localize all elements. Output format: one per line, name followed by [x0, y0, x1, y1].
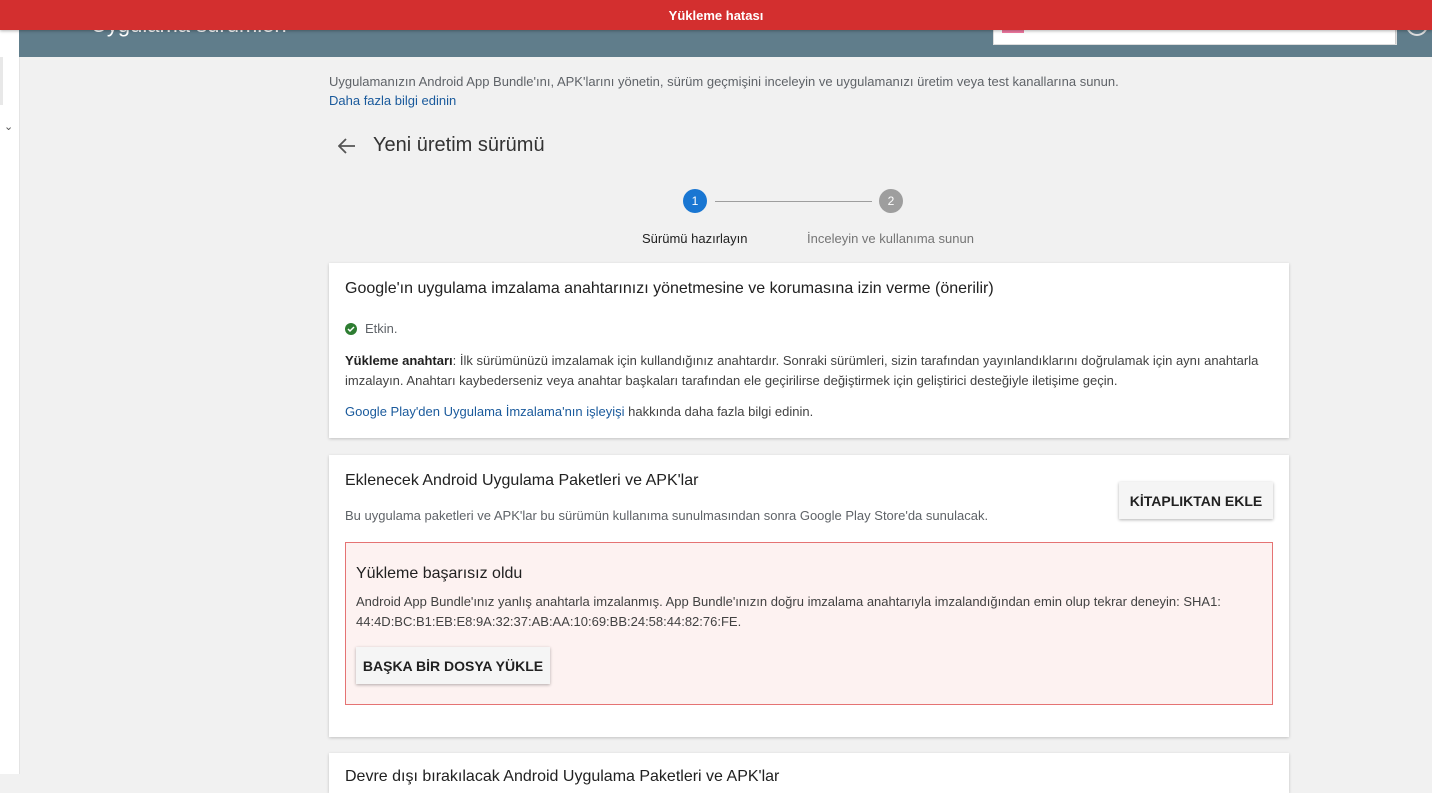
check-circle-icon — [345, 322, 357, 335]
back-arrow-icon[interactable] — [336, 135, 358, 157]
step-2-indicator[interactable]: 2 — [879, 189, 903, 213]
removed-card-title: Devre dışı bırakılacak Android Uygulama … — [345, 768, 780, 785]
signing-status: Etkin. — [345, 321, 398, 336]
upload-another-file-button[interactable]: BAŞKA BİR DOSYA YÜKLE — [356, 647, 550, 684]
bundles-card-description: Bu uygulama paketleri ve APK'lar bu sürü… — [345, 508, 989, 523]
intro-description: Uygulamanızın Android App Bundle'ını, AP… — [329, 74, 1119, 89]
upload-error-banner: Yükleme hatası — [0, 0, 1432, 30]
step-1-indicator[interactable]: 1 — [683, 189, 707, 213]
add-from-library-button[interactable]: KİTAPLIKTAN EKLE — [1119, 482, 1273, 519]
app-signing-link[interactable]: Google Play'den Uygulama İmzalama'nın iş… — [345, 404, 625, 419]
signing-status-text: Etkin. — [365, 321, 398, 336]
nav-selected-indicator — [0, 57, 3, 105]
page-header: Yeni üretim sürümü — [336, 134, 545, 157]
left-nav-rail: ⌄ — [0, 0, 20, 774]
upload-error-message: Android App Bundle'ınız yanlış anahtarla… — [356, 594, 1221, 629]
bundles-card-title: Eklenecek Android Uygulama Paketleri ve … — [345, 472, 699, 489]
upload-key-label: Yükleme anahtarı — [345, 353, 453, 368]
removed-bundles-card: Devre dışı bırakılacak Android Uygulama … — [329, 753, 1289, 793]
upload-key-description: Yükleme anahtarı: İlk sürümünüzü imzalam… — [345, 351, 1275, 391]
upload-error-box: Yükleme başarısız oldu Android App Bundl… — [345, 542, 1273, 705]
step-1-label[interactable]: Sürümü hazırlayın — [642, 231, 748, 246]
app-signing-card: Google'ın uygulama imzalama anahtarınızı… — [329, 263, 1289, 438]
chevron-down-icon[interactable]: ⌄ — [4, 120, 13, 133]
intro-section: Uygulamanızın Android App Bundle'ını, AP… — [329, 74, 1119, 108]
error-banner-text: Yükleme hatası — [668, 7, 764, 23]
upload-key-text: : İlk sürümünüzü imzalamak için kullandı… — [345, 353, 1259, 388]
signing-more-info: Google Play'den Uygulama İmzalama'nın iş… — [345, 404, 813, 419]
step-connector — [715, 201, 872, 202]
page-title: Yeni üretim sürümü — [373, 134, 545, 156]
step-2-label[interactable]: İnceleyin ve kullanıma sunun — [807, 231, 974, 246]
bundles-card: Eklenecek Android Uygulama Paketleri ve … — [329, 455, 1289, 737]
signing-more-suffix: hakkında daha fazla bilgi edinin. — [624, 404, 814, 419]
release-stepper: 1 2 Sürümü hazırlayın İnceleyin ve kulla… — [600, 188, 1020, 248]
signing-card-title: Google'ın uygulama imzalama anahtarınızı… — [345, 280, 994, 297]
learn-more-link[interactable]: Daha fazla bilgi edinin — [329, 93, 1119, 108]
upload-error-title: Yükleme başarısız oldu — [356, 565, 523, 582]
